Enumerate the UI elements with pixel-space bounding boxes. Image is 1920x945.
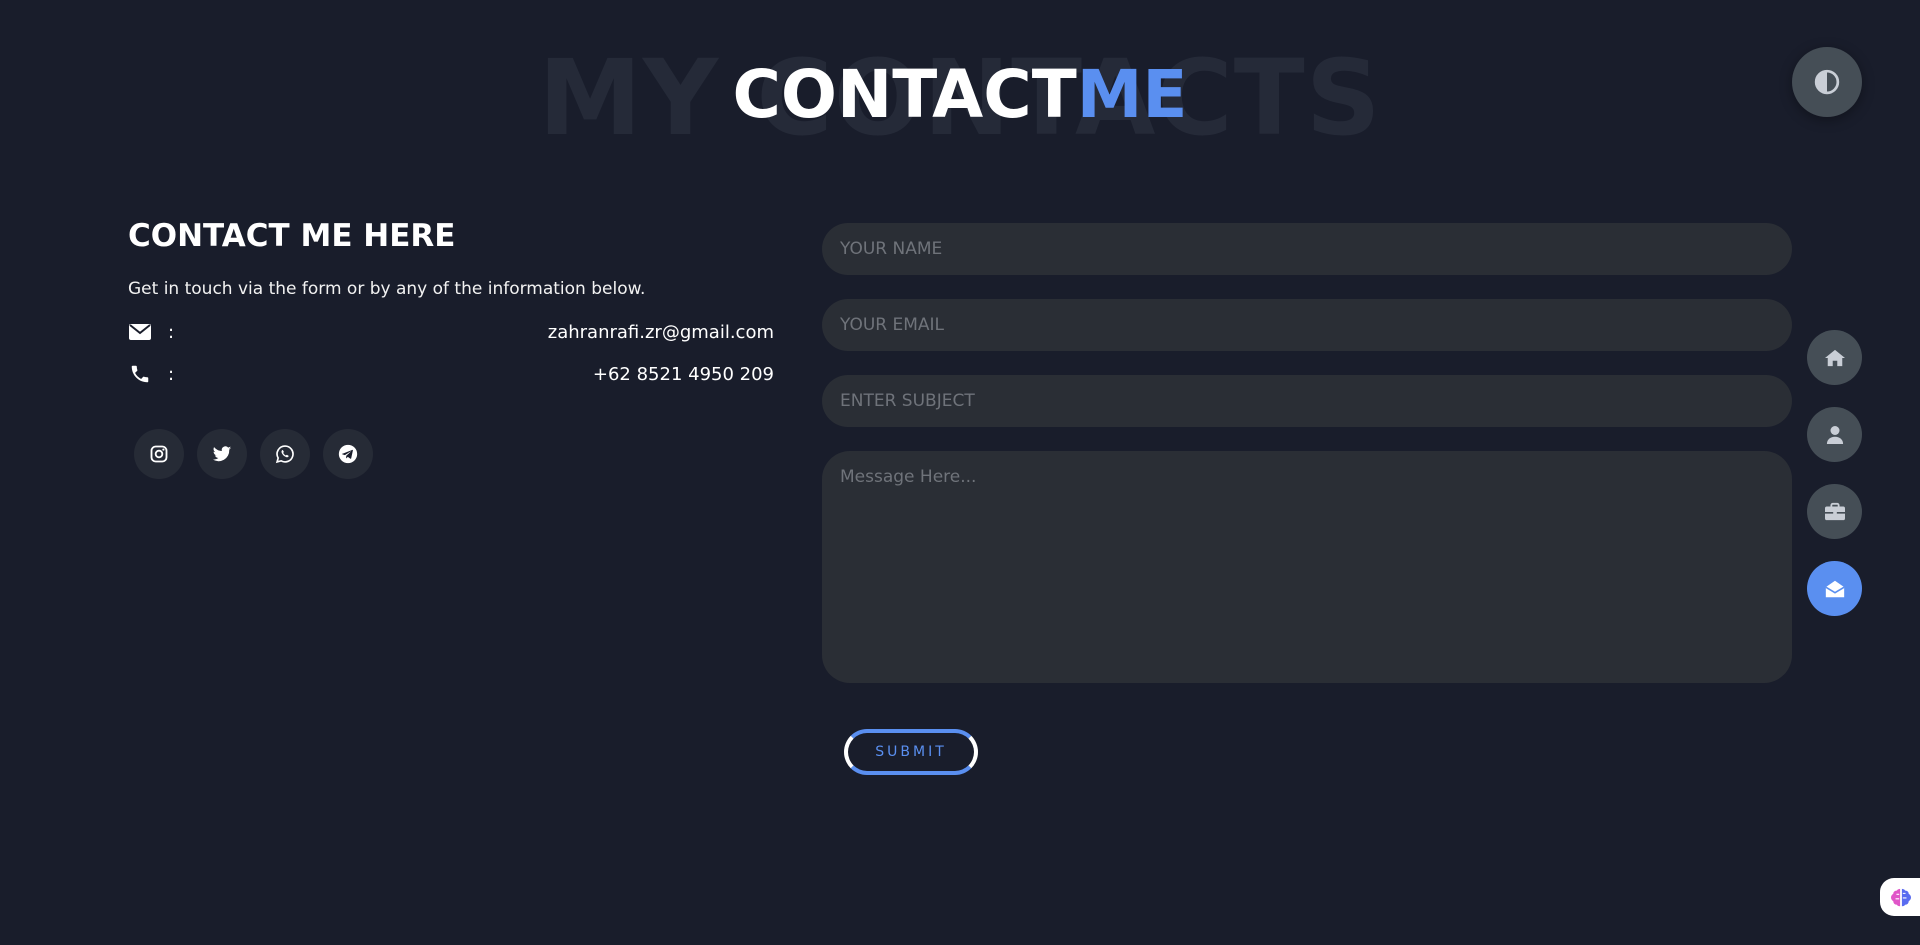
brain-icon xyxy=(1891,888,1911,907)
title-accent: ME xyxy=(1076,56,1188,133)
user-icon xyxy=(1826,425,1843,444)
email-separator: : xyxy=(168,321,175,343)
contact-description: Get in touch via the form or by any of t… xyxy=(128,279,646,300)
contact-heading: CONTACT ME HERE xyxy=(128,218,456,254)
nav-about-button[interactable] xyxy=(1807,407,1862,462)
email-value[interactable]: zahranrafi.zr@gmail.com xyxy=(548,322,774,343)
phone-row: : +62 8521 4950 209 xyxy=(128,359,774,389)
instagram-icon xyxy=(150,445,168,463)
email-input[interactable] xyxy=(822,299,1792,351)
contact-page: MY CONTACTS CONTACTME CONTACT ME HERE Ge… xyxy=(0,0,1920,945)
social-links xyxy=(134,429,774,480)
whatsapp-link[interactable] xyxy=(260,429,310,480)
phone-icon xyxy=(128,362,152,386)
telegram-link[interactable] xyxy=(323,429,373,480)
telegram-icon xyxy=(338,445,358,464)
floating-widget[interactable] xyxy=(1880,878,1920,916)
name-input[interactable] xyxy=(822,223,1792,275)
nav-home-button[interactable] xyxy=(1807,330,1862,385)
instagram-link[interactable] xyxy=(134,429,184,480)
home-icon xyxy=(1824,349,1845,366)
nav-portfolio-button[interactable] xyxy=(1807,484,1862,539)
contrast-icon xyxy=(1814,69,1840,95)
email-row: : zahranrafi.zr@gmail.com xyxy=(128,317,774,347)
title-main: CONTACT xyxy=(732,56,1077,133)
twitter-link[interactable] xyxy=(197,429,247,480)
subject-input[interactable] xyxy=(822,375,1792,427)
contact-form xyxy=(822,223,1792,707)
twitter-icon xyxy=(212,446,232,462)
whatsapp-icon xyxy=(275,445,294,464)
theme-toggle-button[interactable] xyxy=(1792,47,1862,117)
envelope-icon xyxy=(128,320,152,344)
message-textarea[interactable] xyxy=(822,451,1792,683)
envelope-open-icon xyxy=(1824,580,1845,597)
page-title: MY CONTACTS CONTACTME xyxy=(0,40,1920,150)
side-nav xyxy=(1807,330,1862,616)
phone-separator: : xyxy=(168,363,175,385)
contact-info: CONTACT ME HERE Get in touch via the for… xyxy=(128,218,774,480)
phone-value[interactable]: +62 8521 4950 209 xyxy=(593,364,774,385)
briefcase-icon xyxy=(1824,502,1845,520)
title-foreground: CONTACTME xyxy=(0,62,1920,128)
nav-contact-button[interactable] xyxy=(1807,561,1862,616)
submit-button[interactable]: SUBMIT xyxy=(844,729,978,775)
